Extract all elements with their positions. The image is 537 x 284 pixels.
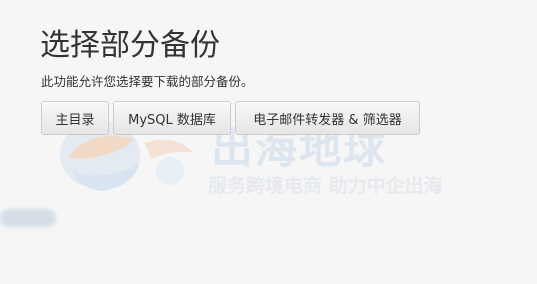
blurred-element [0, 209, 56, 227]
mysql-databases-button[interactable]: MySQL 数据库 [113, 101, 231, 135]
page-description: 此功能允许您选择要下载的部分备份。 [41, 74, 254, 89]
email-forwarders-filters-button[interactable]: 电子邮件转发器 & 筛选器 [235, 101, 420, 135]
page-title: 选择部分备份 [40, 28, 220, 63]
home-directory-button[interactable]: 主目录 [41, 101, 109, 135]
watermark-slogan: 服务跨境电商 助力中企出海 [208, 175, 443, 197]
backup-category-buttons: 主目录 MySQL 数据库 电子邮件转发器 & 筛选器 [41, 101, 420, 135]
backup-page: 出海地球 服务跨境电商 助力中企出海 选择部分备份 此功能允许您选择要下载的部分… [0, 0, 537, 284]
